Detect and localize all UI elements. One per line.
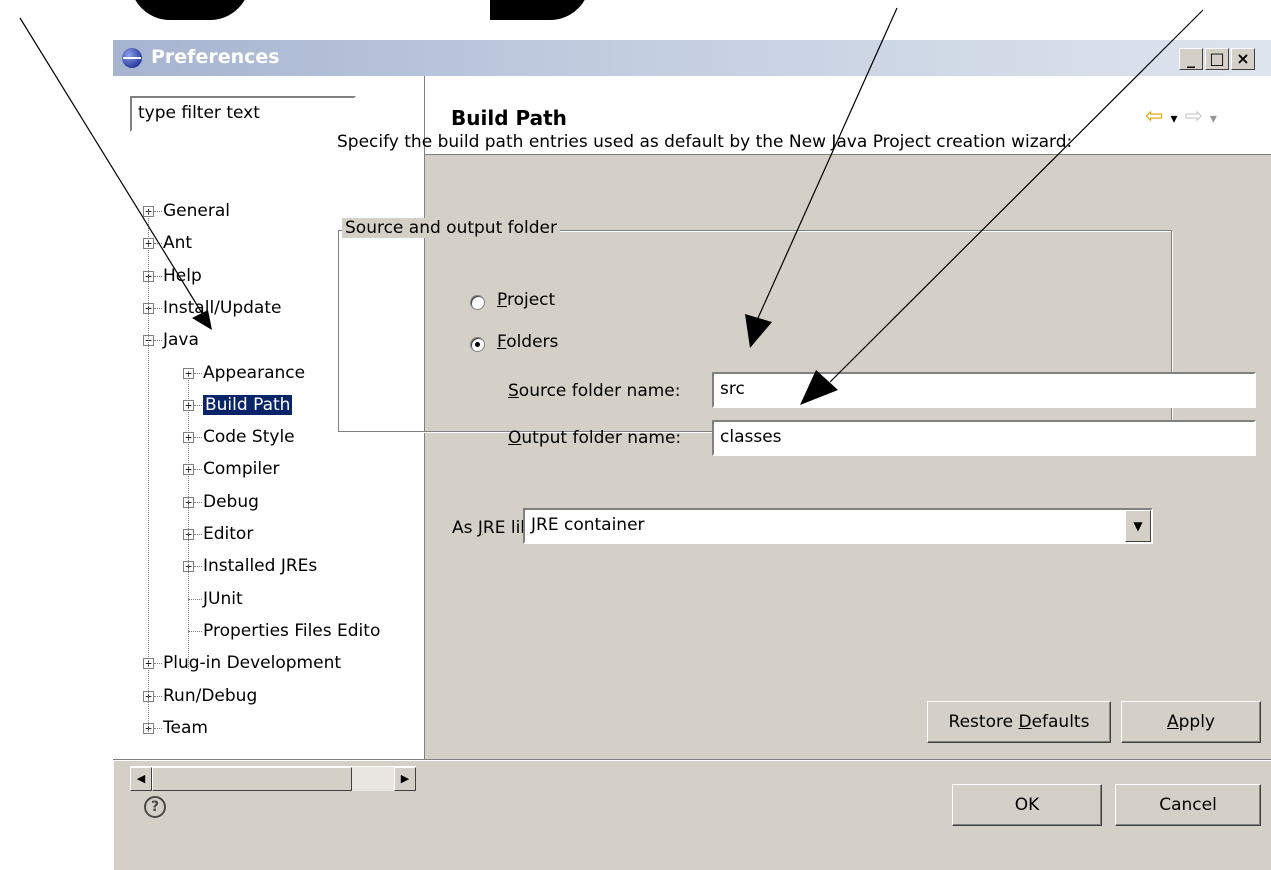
annotation-arrow-output <box>800 9 1204 405</box>
annotation-arrows <box>19 7 1204 405</box>
annotation-arrow-source <box>745 7 898 348</box>
annotation-arrow-appearance <box>19 17 212 330</box>
